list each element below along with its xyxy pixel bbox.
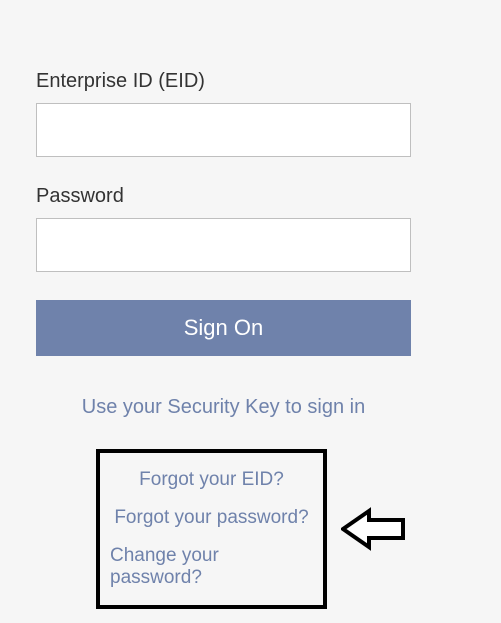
help-links-box: Forgot your EID? Forgot your password? C… bbox=[96, 449, 327, 609]
signon-button[interactable]: Sign On bbox=[36, 300, 411, 356]
password-input[interactable] bbox=[36, 218, 411, 272]
login-form: Enterprise ID (EID) Password Sign On Use… bbox=[0, 20, 501, 609]
forgot-eid-link[interactable]: Forgot your EID? bbox=[139, 469, 284, 491]
forgot-password-link[interactable]: Forgot your password? bbox=[114, 507, 308, 529]
change-password-link[interactable]: Change your password? bbox=[110, 545, 313, 589]
eid-input[interactable] bbox=[36, 103, 411, 157]
help-links-region: Forgot your EID? Forgot your password? C… bbox=[36, 449, 411, 609]
password-label: Password bbox=[36, 185, 465, 208]
arrow-left-icon bbox=[341, 505, 411, 553]
security-key-link[interactable]: Use your Security Key to sign in bbox=[36, 396, 411, 419]
eid-label: Enterprise ID (EID) bbox=[36, 70, 465, 93]
